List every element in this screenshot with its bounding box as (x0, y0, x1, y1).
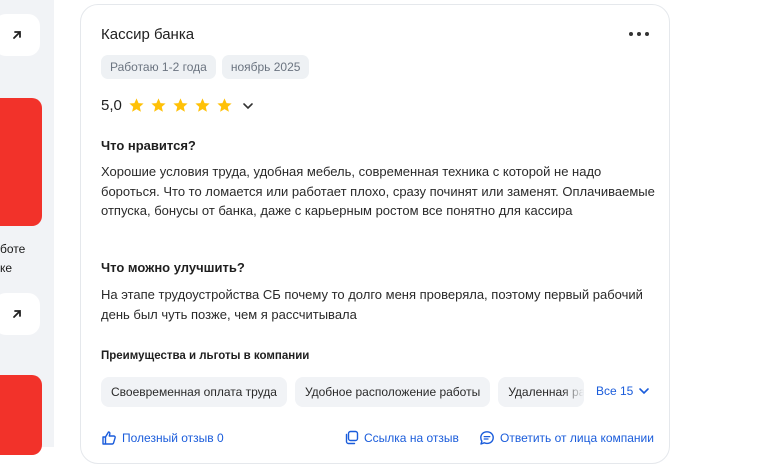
thumbs-up-icon (102, 431, 116, 445)
left-sidebar: боте ке (0, 0, 54, 455)
likes-heading: Что нравится? (101, 138, 196, 153)
benefits-list: Своевременная оплата труда Удобное распо… (101, 377, 585, 407)
tenure-tag: Работаю 1-2 года (101, 55, 216, 79)
benefit-chip: Удобное расположение работы (294, 377, 491, 407)
improve-text: На этапе трудоустройства СБ почему то до… (101, 287, 643, 322)
star-icon (173, 98, 188, 112)
reply-button[interactable]: Ответить от лица компании (479, 430, 654, 446)
chevron-down-icon[interactable] (242, 100, 254, 112)
arrow-up-right-icon (13, 31, 21, 39)
left-card-text-2: ке (0, 261, 13, 275)
likes-text: Хорошие условия труда, удобная мебель, с… (101, 164, 655, 218)
benefit-chip: Своевременная оплата труда (101, 377, 287, 407)
dot-icon (637, 32, 641, 36)
all-benefits-label: Все 15 (596, 384, 634, 398)
review-card: Кассир банка Работаю 1-2 года ноябрь 202… (80, 4, 670, 464)
star-icon (151, 98, 166, 112)
more-options-button[interactable] (629, 27, 649, 41)
date-tag: ноябрь 2025 (221, 55, 310, 79)
arrow-up-right-icon (13, 310, 21, 318)
review-tags: Работаю 1-2 года ноябрь 2025 (101, 55, 310, 79)
review-title: Кассир банка (101, 26, 195, 43)
copy-link-label: Ссылка на отзыв (364, 430, 459, 445)
promo-banner-2[interactable] (0, 375, 42, 455)
reply-label: Ответить от лица компании (500, 431, 654, 445)
rating-value: 5,0 (101, 97, 122, 114)
chevron-down-icon (639, 388, 650, 395)
benefits-heading: Преимущества и льготы в компании (101, 350, 310, 362)
helpful-label: Полезный отзыв 0 (122, 431, 224, 445)
star-icon (217, 98, 232, 112)
benefit-chip: Удаленная работа (498, 377, 585, 407)
helpful-button[interactable]: Полезный отзыв 0 (101, 430, 224, 446)
star-icon (195, 98, 210, 112)
star-icon (129, 98, 144, 112)
all-benefits-button[interactable]: Все 15 (596, 384, 650, 398)
promo-banner[interactable] (0, 98, 42, 226)
open-link-button-2[interactable] (0, 293, 40, 335)
open-link-button[interactable] (0, 14, 40, 56)
rating-row[interactable]: 5,0 (101, 97, 254, 114)
copy-link-button[interactable]: Ссылка на отзыв (344, 430, 459, 445)
copy-icon (345, 430, 359, 445)
chat-icon (480, 431, 494, 445)
dot-icon (629, 32, 633, 36)
dot-icon (645, 32, 649, 36)
left-card-text-1: боте (0, 242, 26, 256)
improve-heading: Что можно улучшить? (101, 260, 245, 275)
